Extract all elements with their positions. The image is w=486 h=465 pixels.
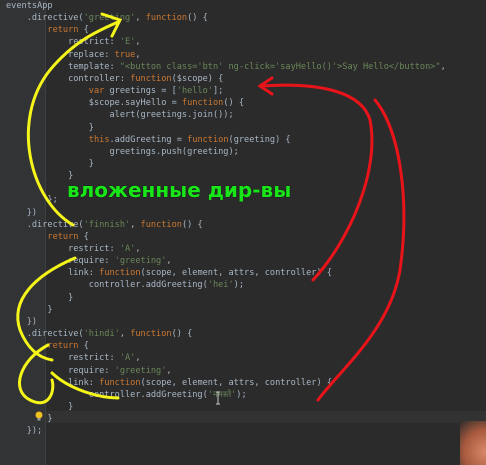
code-line[interactable]: controller.addGreeting('hei'); bbox=[6, 279, 244, 291]
code-line[interactable]: }) bbox=[6, 207, 37, 219]
code-line[interactable]: restrict: 'A', bbox=[6, 243, 140, 255]
code-line[interactable]: template: "<button class='btn' ng-click=… bbox=[6, 61, 446, 73]
code-editor[interactable]: eventsApp .directive('greeting', functio… bbox=[0, 0, 486, 465]
current-line-highlight bbox=[46, 411, 486, 423]
code-line[interactable]: } bbox=[6, 170, 73, 182]
annotation-caption: вложенные дир-вы bbox=[67, 178, 292, 202]
code-line[interactable]: } bbox=[6, 122, 94, 134]
code-line[interactable]: require: 'greeting', bbox=[6, 365, 172, 377]
code-line[interactable]: $scope.sayHello = function() { bbox=[6, 97, 244, 109]
code-line[interactable]: }; bbox=[6, 194, 57, 206]
code-line[interactable]: } bbox=[6, 304, 52, 316]
presenter-video-corner bbox=[460, 421, 486, 465]
code-line[interactable]: controller.addGreeting('नमस्ते'); bbox=[6, 389, 247, 401]
code-line[interactable]: } bbox=[6, 413, 52, 425]
code-line[interactable]: return { bbox=[6, 340, 88, 352]
code-line[interactable]: controller: function($scope) { bbox=[6, 73, 223, 85]
code-line[interactable]: } bbox=[6, 292, 73, 304]
code-line[interactable]: var greetings = ['hello']; bbox=[6, 85, 224, 97]
code-line[interactable]: .directive('finnish', function() { bbox=[6, 219, 203, 231]
code-line[interactable]: return { bbox=[6, 24, 88, 36]
code-line[interactable]: restrict: 'E', bbox=[6, 36, 140, 48]
code-line[interactable]: this.addGreeting = function(greeting) { bbox=[6, 134, 291, 146]
code-line[interactable]: .directive('greeting', function() { bbox=[6, 12, 208, 24]
code-line[interactable]: greetings.push(greeting); bbox=[6, 146, 238, 158]
code-line[interactable]: link: function(scope, element, attrs, co… bbox=[6, 267, 332, 279]
lightbulb-icon[interactable] bbox=[34, 411, 44, 421]
code-line[interactable]: require: 'greeting', bbox=[6, 255, 172, 267]
code-line[interactable]: replace: true, bbox=[6, 49, 140, 61]
code-line[interactable]: alert(greetings.join()); bbox=[6, 109, 233, 121]
code-line[interactable]: eventsApp bbox=[6, 0, 53, 12]
code-line[interactable]: return { bbox=[6, 231, 88, 243]
text-cursor-icon bbox=[216, 391, 220, 405]
code-line[interactable]: }); bbox=[6, 425, 43, 437]
code-line[interactable]: .directive('hindi', function() { bbox=[6, 328, 193, 340]
code-line[interactable]: } bbox=[6, 158, 94, 170]
code-line[interactable]: link: function(scope, element, attrs, co… bbox=[6, 377, 332, 389]
code-line[interactable]: restrict: 'A', bbox=[6, 352, 140, 364]
code-line[interactable]: }) bbox=[6, 316, 37, 328]
